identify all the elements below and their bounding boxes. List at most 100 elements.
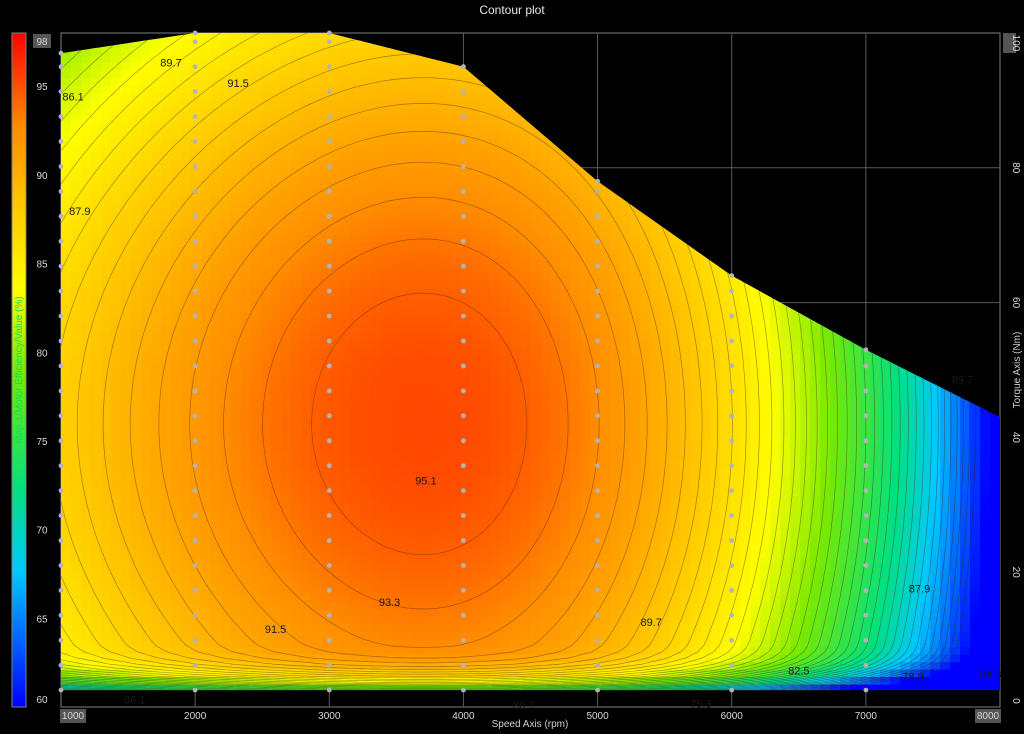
heat-cell (280, 130, 292, 139)
heat-cell (200, 122, 212, 131)
heat-cell (300, 287, 312, 296)
heat-cell (370, 519, 382, 528)
heat-cell (540, 639, 552, 648)
heat-cell (370, 182, 382, 191)
heat-cell (360, 122, 372, 131)
heat-cell (390, 145, 402, 154)
heat-cell (590, 624, 602, 633)
heat-cell (70, 384, 82, 394)
heat-cell (450, 594, 462, 603)
heat-cell (160, 287, 172, 296)
heat-cell (570, 235, 582, 244)
heat-cell (520, 534, 532, 543)
heat-cell (330, 564, 342, 573)
heat-cell (470, 92, 482, 101)
heat-cell (440, 557, 452, 566)
heat-cell (250, 310, 262, 319)
heat-cell (350, 444, 362, 453)
heat-cell (310, 250, 322, 259)
heat-cell (420, 452, 432, 461)
heat-cell (570, 549, 582, 558)
heat-cell (510, 534, 522, 543)
heat-cell (300, 609, 312, 618)
heat-cell (490, 325, 502, 334)
heat-cell (420, 617, 432, 626)
heat-cell (200, 467, 212, 476)
heat-cell (420, 317, 432, 326)
heat-cell (110, 384, 122, 394)
heat-cell (500, 280, 512, 289)
heat-cell (360, 459, 372, 468)
heat-cell (130, 504, 142, 513)
heat-cell (230, 557, 242, 566)
heat-cell (190, 295, 202, 304)
heat-cell (180, 115, 192, 124)
heat-cell (170, 272, 182, 281)
heat-cell (440, 220, 452, 229)
heat-cell (80, 602, 92, 611)
heat-cell (450, 549, 462, 558)
heat-cell (220, 122, 232, 131)
heat-cell (320, 205, 332, 214)
heat-cell (160, 632, 172, 641)
heat-cell (530, 579, 542, 588)
heat-cell (240, 392, 252, 401)
heat-cell (100, 362, 112, 371)
heat-cell (180, 632, 192, 641)
heat-cell (130, 609, 142, 618)
heat-cell (130, 212, 142, 221)
heat-cell (430, 557, 442, 566)
heat-cell (180, 145, 192, 154)
heat-cell (160, 437, 172, 446)
heat-cell (150, 564, 162, 573)
heat-cell (230, 107, 242, 116)
heat-cell (180, 362, 192, 371)
heat-cell (190, 55, 202, 64)
heat-cell (460, 429, 472, 438)
heat-cell (390, 624, 402, 633)
heat-cell (550, 302, 562, 311)
heat-cell (190, 205, 202, 214)
heat-cell (250, 62, 262, 72)
heat-cell (310, 302, 322, 311)
heat-cell (570, 452, 582, 461)
heat-cell (110, 459, 122, 468)
heat-cell (90, 617, 102, 626)
heat-cell (230, 654, 242, 663)
heat-cell (350, 677, 362, 686)
heat-cell (170, 489, 182, 498)
heat-cell (490, 235, 502, 244)
heat-cell (200, 160, 212, 169)
heat-cell (250, 130, 262, 139)
heat-cell (310, 197, 322, 206)
heat-cell (280, 272, 292, 281)
heat-cell (150, 317, 162, 326)
heat-cell (410, 70, 422, 79)
heat-cell (61, 347, 72, 356)
heat-cell (330, 639, 342, 648)
heat-cell (270, 257, 282, 266)
heat-cell (410, 519, 422, 528)
heat-cell (460, 280, 472, 289)
heat-cell (200, 362, 212, 371)
heat-cell (160, 100, 172, 109)
heat-cell (340, 340, 352, 349)
heat-cell (440, 332, 452, 341)
heat-cell (270, 137, 282, 146)
heat-cell (370, 250, 382, 259)
heat-cell (120, 474, 132, 483)
heat-cell (600, 452, 612, 461)
heat-cell (550, 504, 562, 513)
heat-cell (390, 227, 402, 236)
heat-cell (100, 594, 112, 603)
heat-cell (400, 107, 412, 116)
heat-cell (360, 370, 372, 379)
heat-cell (300, 152, 312, 161)
heat-cell (210, 437, 222, 446)
heat-cell (470, 190, 482, 199)
heat-cell (220, 310, 232, 319)
heat-cell (310, 370, 322, 379)
heat-cell (340, 617, 352, 626)
heat-cell (61, 152, 72, 161)
heat-cell (180, 325, 192, 334)
